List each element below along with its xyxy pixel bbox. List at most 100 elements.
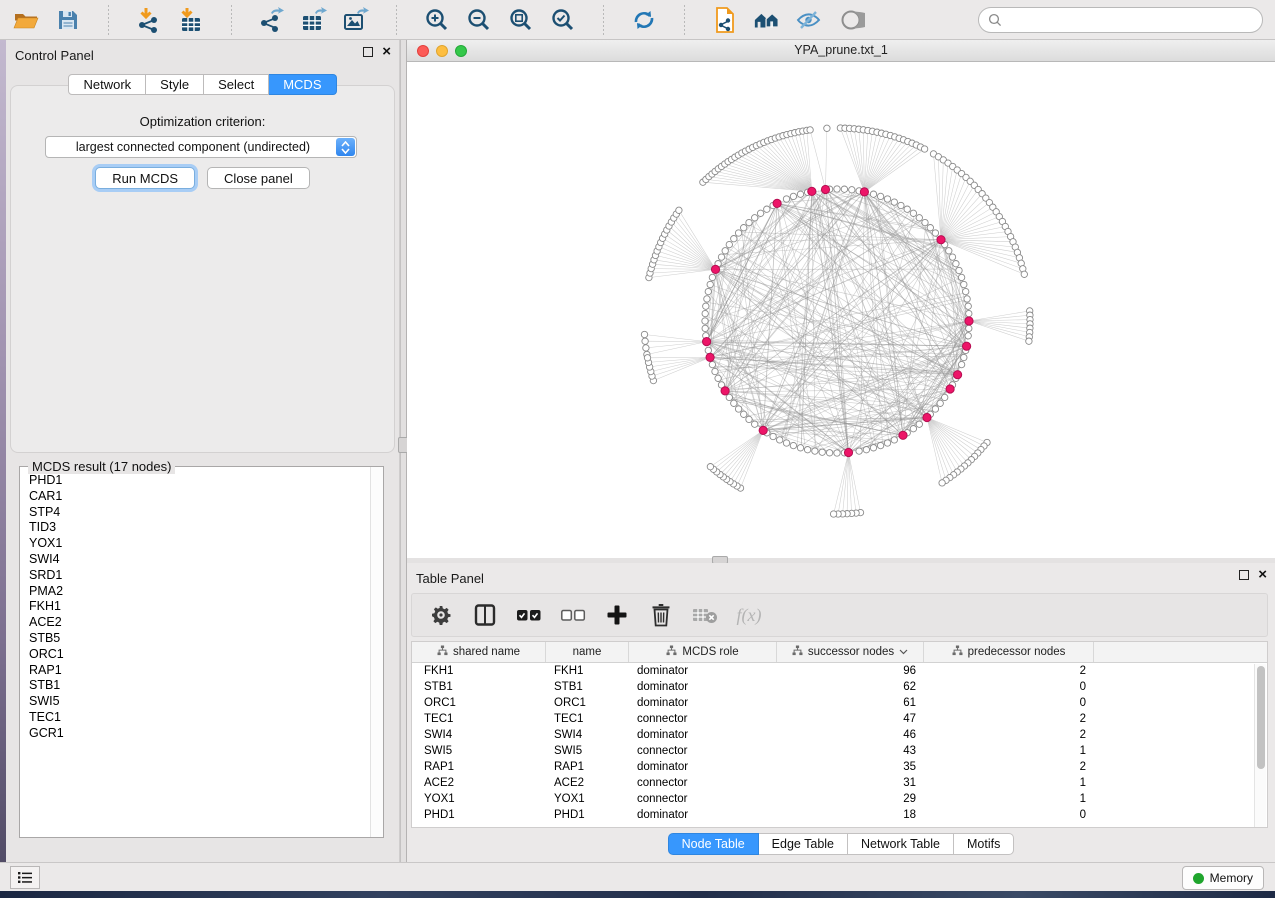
- table-row[interactable]: PHD1PHD1dominator180: [412, 807, 1267, 823]
- select-all-icon[interactable]: [516, 602, 542, 628]
- cell-shared-name[interactable]: FKH1: [412, 665, 546, 677]
- export-network-icon[interactable]: [258, 6, 286, 34]
- mcds-result-node[interactable]: SRD1: [20, 568, 370, 584]
- close-panel-icon[interactable]: ×: [382, 47, 391, 57]
- mcds-result-node[interactable]: STB5: [20, 631, 370, 647]
- cell-name[interactable]: ACE2: [546, 777, 629, 789]
- cell-shared-name[interactable]: RAP1: [412, 761, 546, 773]
- show-columns-icon[interactable]: [472, 602, 498, 628]
- close-panel-button[interactable]: Close panel: [207, 167, 310, 189]
- cell-successor-nodes[interactable]: 31: [777, 777, 924, 789]
- cell-name[interactable]: STB1: [546, 681, 629, 693]
- cell-shared-name[interactable]: SWI4: [412, 729, 546, 741]
- vertical-splitter[interactable]: [400, 40, 407, 862]
- memory-button[interactable]: Memory: [1182, 866, 1264, 890]
- cell-MCDS-role[interactable]: dominator: [629, 681, 777, 693]
- table-row[interactable]: SWI4SWI4dominator462: [412, 727, 1267, 743]
- cell-name[interactable]: ORC1: [546, 697, 629, 709]
- cell-successor-nodes[interactable]: 62: [777, 681, 924, 693]
- tab-edge-table[interactable]: Edge Table: [759, 833, 848, 855]
- network-window-titlebar[interactable]: YPA_prune.txt_1: [407, 40, 1275, 62]
- cell-successor-nodes[interactable]: 29: [777, 793, 924, 805]
- cell-name[interactable]: RAP1: [546, 761, 629, 773]
- network-file-icon[interactable]: [711, 6, 739, 34]
- network-canvas[interactable]: [407, 62, 1275, 558]
- optimization-criterion-select[interactable]: largest connected component (undirected): [45, 136, 357, 158]
- column-header-successor-nodes[interactable]: successor nodes: [777, 642, 924, 662]
- cell-shared-name[interactable]: ORC1: [412, 697, 546, 709]
- cell-shared-name[interactable]: STB1: [412, 681, 546, 693]
- tab-style[interactable]: Style: [146, 74, 204, 95]
- mcds-result-node[interactable]: ACE2: [20, 615, 370, 631]
- cell-shared-name[interactable]: YOX1: [412, 793, 546, 805]
- mcds-result-node[interactable]: GCR1: [20, 726, 370, 742]
- table-scrollbar[interactable]: [1254, 664, 1266, 827]
- window-maximize-icon[interactable]: [455, 45, 467, 57]
- add-row-icon[interactable]: [604, 602, 630, 628]
- cell-name[interactable]: TEC1: [546, 713, 629, 725]
- cell-successor-nodes[interactable]: 96: [777, 665, 924, 677]
- table-row[interactable]: ORC1ORC1dominator610: [412, 695, 1267, 711]
- table-row[interactable]: YOX1YOX1connector291: [412, 791, 1267, 807]
- mcds-result-node[interactable]: TID3: [20, 520, 370, 536]
- mcds-result-node[interactable]: RAP1: [20, 663, 370, 679]
- cell-predecessor-nodes[interactable]: 2: [924, 761, 1094, 773]
- window-minimize-icon[interactable]: [436, 45, 448, 57]
- mcds-result-node[interactable]: STB1: [20, 678, 370, 694]
- cell-MCDS-role[interactable]: dominator: [629, 729, 777, 741]
- float-panel-icon[interactable]: [1239, 570, 1249, 580]
- mcds-result-node[interactable]: TEC1: [20, 710, 370, 726]
- tab-network[interactable]: Network: [68, 74, 146, 95]
- column-header-predecessor-nodes[interactable]: predecessor nodes: [924, 642, 1094, 662]
- cell-name[interactable]: YOX1: [546, 793, 629, 805]
- export-table-icon[interactable]: [300, 6, 328, 34]
- zoom-out-icon[interactable]: [465, 6, 493, 34]
- export-image-icon[interactable]: [342, 6, 370, 34]
- save-session-icon[interactable]: [54, 6, 82, 34]
- column-header-name[interactable]: name: [546, 642, 629, 662]
- mcds-result-node[interactable]: STP4: [20, 505, 370, 521]
- refresh-icon[interactable]: [630, 6, 658, 34]
- cell-name[interactable]: FKH1: [546, 665, 629, 677]
- show-details-icon[interactable]: [837, 6, 865, 34]
- cell-predecessor-nodes[interactable]: 2: [924, 729, 1094, 741]
- tab-motifs[interactable]: Motifs: [954, 833, 1014, 855]
- task-history-button[interactable]: [10, 866, 40, 889]
- cell-predecessor-nodes[interactable]: 2: [924, 665, 1094, 677]
- cell-name[interactable]: SWI4: [546, 729, 629, 741]
- import-table-icon[interactable]: [177, 6, 205, 34]
- cell-predecessor-nodes[interactable]: 1: [924, 745, 1094, 757]
- table-settings-icon[interactable]: [428, 602, 454, 628]
- deselect-all-icon[interactable]: [560, 602, 586, 628]
- cell-predecessor-nodes[interactable]: 0: [924, 681, 1094, 693]
- cell-successor-nodes[interactable]: 35: [777, 761, 924, 773]
- cell-MCDS-role[interactable]: connector: [629, 745, 777, 757]
- cell-shared-name[interactable]: TEC1: [412, 713, 546, 725]
- cell-MCDS-role[interactable]: connector: [629, 777, 777, 789]
- mcds-result-node[interactable]: PMA2: [20, 584, 370, 600]
- window-close-icon[interactable]: [417, 45, 429, 57]
- table-row[interactable]: TEC1TEC1connector472: [412, 711, 1267, 727]
- cell-MCDS-role[interactable]: connector: [629, 793, 777, 805]
- table-row[interactable]: ACE2ACE2connector311: [412, 775, 1267, 791]
- cell-shared-name[interactable]: ACE2: [412, 777, 546, 789]
- column-header-shared-name[interactable]: shared name: [412, 642, 546, 662]
- open-session-icon[interactable]: [12, 6, 40, 34]
- mcds-result-node[interactable]: CAR1: [20, 489, 370, 505]
- cell-name[interactable]: SWI5: [546, 745, 629, 757]
- cell-successor-nodes[interactable]: 46: [777, 729, 924, 741]
- mcds-result-node[interactable]: SWI4: [20, 552, 370, 568]
- hide-details-icon[interactable]: [795, 6, 823, 34]
- tab-mcds[interactable]: MCDS: [269, 74, 336, 95]
- tab-network-table[interactable]: Network Table: [848, 833, 954, 855]
- cell-MCDS-role[interactable]: connector: [629, 713, 777, 725]
- cell-shared-name[interactable]: PHD1: [412, 809, 546, 821]
- cell-name[interactable]: PHD1: [546, 809, 629, 821]
- tab-select[interactable]: Select: [204, 74, 269, 95]
- cell-successor-nodes[interactable]: 61: [777, 697, 924, 709]
- mcds-result-node[interactable]: PHD1: [20, 473, 370, 489]
- cell-MCDS-role[interactable]: dominator: [629, 761, 777, 773]
- mcds-result-node[interactable]: SWI5: [20, 694, 370, 710]
- cell-successor-nodes[interactable]: 47: [777, 713, 924, 725]
- search-input[interactable]: [1007, 12, 1253, 28]
